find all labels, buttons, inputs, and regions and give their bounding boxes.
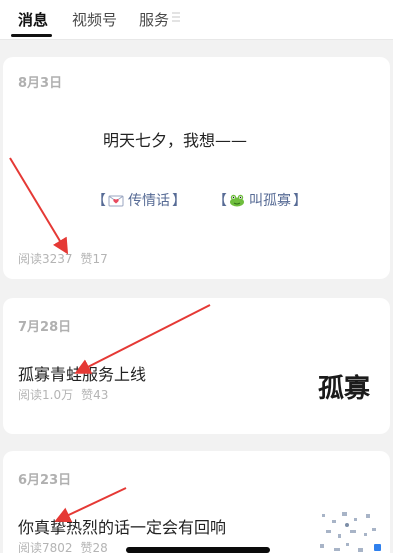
message-stats: 阅读3237 赞17 (18, 250, 108, 267)
like-count: 赞43 (81, 388, 109, 402)
frog-icon (230, 194, 244, 206)
message-card[interactable]: 6月23日 你真挚热烈的话一定会有回响 阅读7802 赞28 (3, 451, 390, 553)
tab-services[interactable]: 服务 (139, 9, 169, 30)
active-tab-indicator (11, 34, 52, 37)
message-headline[interactable]: 明天七夕，我想—— (103, 127, 247, 151)
like-count: 赞17 (80, 252, 108, 266)
love-message-label: 传情话 (128, 193, 170, 209)
lonely-frog-label: 叫孤寡 (249, 193, 291, 209)
read-count: 阅读1.0万 (18, 388, 74, 402)
message-headline[interactable]: 你真挚热烈的话一定会有回响 (18, 514, 226, 538)
message-card[interactable]: 7月28日 孤寡青蛙服务上线 阅读1.0万 赞43 孤寡 (3, 298, 390, 434)
message-date: 8月3日 (18, 76, 63, 91)
message-stats: 阅读7802 赞28 (18, 539, 108, 553)
article-thumbnail-text[interactable]: 孤寡 (318, 368, 370, 405)
like-count: 赞28 (80, 541, 108, 553)
message-date: 7月28日 (18, 320, 72, 335)
menu-lines-icon[interactable] (171, 11, 181, 23)
love-message-link[interactable]: 【 传情话 】 (92, 190, 186, 210)
right-bracket: 】 (172, 193, 186, 209)
left-bracket: 【 (92, 193, 106, 209)
right-bracket: 】 (293, 193, 307, 209)
tab-channels[interactable]: 视频号 (72, 9, 117, 30)
top-tab-bar: 消息 视频号 服务 (0, 0, 393, 40)
love-letter-icon (108, 195, 124, 206)
tab-messages[interactable]: 消息 (18, 9, 48, 30)
message-date: 6月23日 (18, 473, 72, 488)
lonely-frog-link[interactable]: 【 叫孤寡 】 (213, 190, 307, 210)
map-thumbnail-icon[interactable] (314, 506, 382, 553)
left-bracket: 【 (213, 193, 227, 209)
message-headline[interactable]: 孤寡青蛙服务上线 (18, 361, 146, 385)
read-count: 阅读7802 (18, 541, 73, 553)
home-indicator (126, 547, 270, 553)
wechat-official-account-screen: 消息 视频号 服务 8月3日 明天七夕，我想—— 【 传情话 】 【 叫孤寡 】… (0, 0, 393, 553)
message-card[interactable]: 8月3日 明天七夕，我想—— 【 传情话 】 【 叫孤寡 】 阅读3237 赞1… (3, 57, 390, 279)
message-stats: 阅读1.0万 赞43 (18, 386, 108, 403)
read-count: 阅读3237 (18, 252, 73, 266)
